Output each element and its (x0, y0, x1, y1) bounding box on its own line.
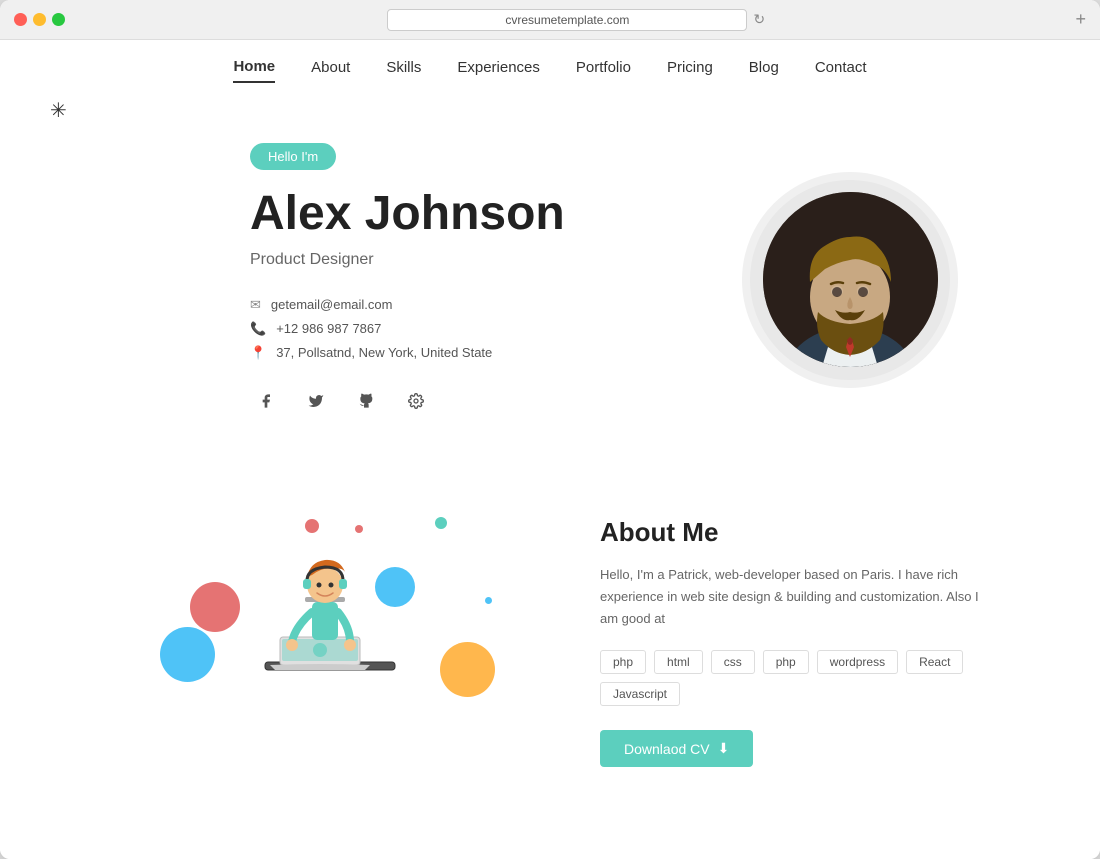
decor-circle-6 (440, 642, 495, 697)
about-section: About Me Hello, I'm a Patrick, web-devel… (0, 477, 1100, 827)
hero-title: Product Designer (250, 251, 670, 269)
settings-icon[interactable] (400, 385, 432, 417)
browser-window: cvresumetemplate.com ↻ + ✳ Home About Sk… (0, 0, 1100, 859)
traffic-lights (14, 13, 65, 26)
twitter-icon[interactable] (300, 385, 332, 417)
new-tab-button[interactable]: + (1075, 9, 1086, 30)
skill-html: html (654, 650, 703, 674)
nav-skills[interactable]: Skills (386, 59, 421, 82)
illustration-area (120, 507, 540, 727)
skill-php: php (600, 650, 646, 674)
contact-info: ✉ getemail@email.com 📞 +12 986 987 7867 … (250, 297, 670, 361)
about-right: About Me Hello, I'm a Patrick, web-devel… (600, 507, 980, 767)
about-text: Hello, I'm a Patrick, web-developer base… (600, 564, 980, 630)
hero-avatar-area (750, 180, 950, 380)
nav-experiences[interactable]: Experiences (457, 59, 540, 82)
desk-illustration (250, 527, 410, 707)
contact-address-row: 📍 37, Pollsatnd, New York, United State (250, 345, 670, 361)
skill-react: React (906, 650, 963, 674)
address-bar: cvresumetemplate.com ↻ (77, 9, 1075, 31)
skill-javascript: Javascript (600, 682, 680, 706)
location-icon: 📍 (250, 345, 266, 361)
hero-left: Hello I'm Alex Johnson Product Designer … (250, 143, 670, 417)
skill-php2: php (763, 650, 809, 674)
minimize-button[interactable] (33, 13, 46, 26)
download-cv-button[interactable]: Downlaod CV ⬇ (600, 730, 753, 767)
phone-text: +12 986 987 7867 (276, 321, 381, 336)
browser-bar: cvresumetemplate.com ↻ + (0, 0, 1100, 40)
logo-icon[interactable]: ✳ (50, 98, 67, 123)
refresh-icon[interactable]: ↻ (753, 11, 765, 28)
url-input[interactable]: cvresumetemplate.com (387, 9, 747, 31)
email-icon: ✉ (250, 297, 261, 313)
download-cv-label: Downlaod CV (624, 741, 710, 757)
nav-contact[interactable]: Contact (815, 59, 867, 82)
contact-phone-row: 📞 +12 986 987 7867 (250, 321, 670, 337)
close-button[interactable] (14, 13, 27, 26)
hero-section: Hello I'm Alex Johnson Product Designer … (0, 83, 1100, 477)
nav-portfolio[interactable]: Portfolio (576, 59, 631, 82)
nav-about[interactable]: About (311, 59, 350, 82)
about-title: About Me (600, 517, 980, 548)
nav-home[interactable]: Home (233, 58, 275, 83)
decor-circle-5 (435, 517, 447, 529)
maximize-button[interactable] (52, 13, 65, 26)
skill-wordpress: wordpress (817, 650, 898, 674)
hello-badge: Hello I'm (250, 143, 336, 170)
address-text: 37, Pollsatnd, New York, United State (276, 345, 492, 360)
facebook-icon[interactable] (250, 385, 282, 417)
avatar (763, 192, 938, 367)
email-text: getemail@email.com (271, 297, 393, 312)
phone-icon: 📞 (250, 321, 266, 337)
decor-circle-3 (190, 582, 240, 632)
navigation: Home About Skills Experiences Portfolio … (0, 40, 1100, 83)
contact-email-row: ✉ getemail@email.com (250, 297, 670, 313)
decor-circle-8 (485, 597, 492, 604)
skills-tags: php html css php wordpress React Javascr… (600, 650, 980, 706)
page-content: ✳ Home About Skills Experiences Portfoli… (0, 40, 1100, 859)
skill-css: css (711, 650, 755, 674)
social-links (250, 385, 670, 417)
decor-circle-1 (160, 627, 215, 682)
nav-blog[interactable]: Blog (749, 59, 779, 82)
avatar-wrapper (750, 180, 950, 380)
download-icon: ⬇ (718, 740, 730, 757)
nav-pricing[interactable]: Pricing (667, 59, 713, 82)
github-icon[interactable] (350, 385, 382, 417)
hero-name: Alex Johnson (250, 188, 670, 241)
